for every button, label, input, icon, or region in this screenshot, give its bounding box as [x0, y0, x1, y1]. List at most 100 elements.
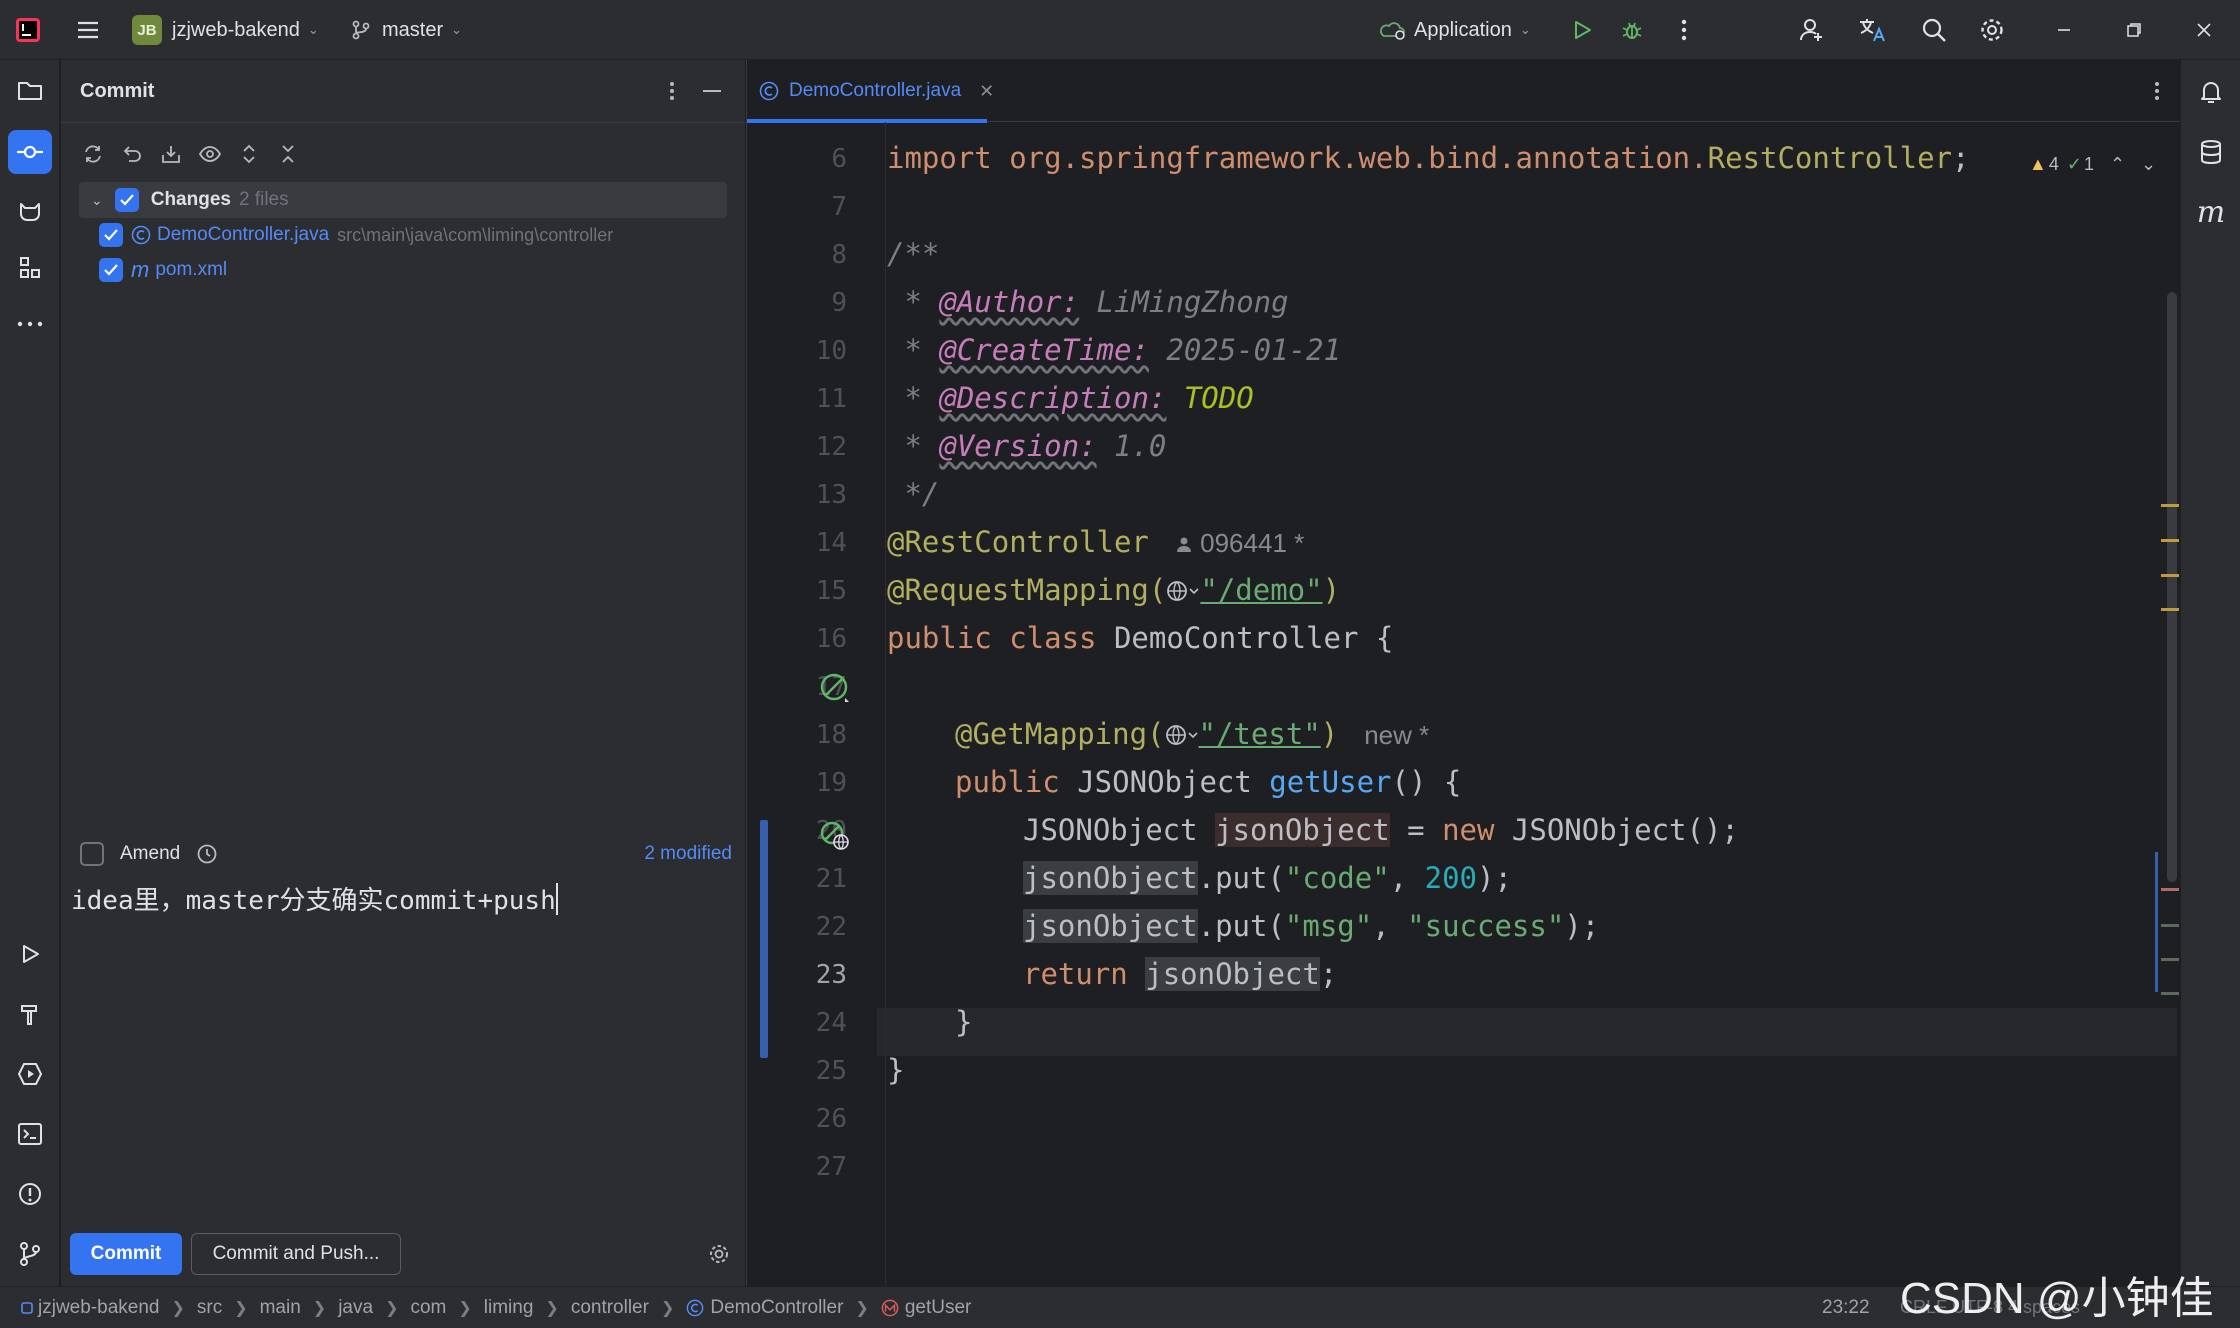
rollback-icon[interactable] [112, 134, 151, 174]
branch-selector[interactable]: master ⌄ [350, 0, 462, 60]
database-icon[interactable] [2195, 136, 2227, 168]
intellij-logo-icon[interactable] [12, 14, 44, 46]
chevron-down-icon[interactable]: ⌄ [91, 192, 103, 209]
amend-label[interactable]: Amend [120, 843, 180, 865]
breadcrumb-item[interactable]: DemoController [686, 1297, 843, 1319]
commit-options-gear-icon[interactable] [705, 1240, 733, 1268]
editor-tab-bar: DemoController.java ✕ [747, 60, 2181, 123]
error-stripe-mark[interactable] [2161, 608, 2179, 611]
error-stripe-mark[interactable] [2161, 958, 2179, 961]
refresh-icon[interactable] [73, 134, 112, 174]
line-number: 27 [815, 1152, 847, 1182]
right-tool-strip: m [2180, 60, 2240, 1286]
hide-panel-icon[interactable] [699, 78, 725, 104]
problems-tool-button[interactable] [8, 1172, 52, 1216]
more-tools-button[interactable] [8, 302, 52, 346]
panel-options-icon[interactable] [659, 78, 685, 104]
code-token: ; [1319, 957, 1338, 991]
next-highlight-icon[interactable]: ⌄ [2141, 154, 2156, 175]
inspection-widget[interactable]: ▲ 4 ✓ 1 ⌃ ⌄ [2029, 152, 2156, 176]
commit-message-input[interactable]: idea里，master分支确实commit+push [71, 880, 735, 1280]
code-token: public class [887, 621, 1097, 655]
modified-count-link[interactable]: 2 modified [644, 843, 732, 865]
spring-bean-icon[interactable] [817, 670, 853, 706]
panel-title: Commit [80, 79, 155, 102]
line-number: 18 [815, 720, 847, 750]
line-number: 15 [815, 576, 847, 606]
more-actions-icon[interactable] [1668, 14, 1700, 46]
tab-democontroller[interactable]: DemoController.java ✕ [759, 60, 994, 122]
notifications-bell-icon[interactable] [2195, 76, 2227, 108]
main-menu-icon[interactable] [72, 14, 104, 46]
error-stripe-mark[interactable] [2161, 888, 2179, 891]
maven-icon[interactable]: m [2195, 194, 2227, 230]
maven-file-icon: m [131, 257, 150, 282]
file-row[interactable]: DemoController.java src\main\java\com\li… [99, 217, 613, 253]
error-stripe-mark[interactable] [2161, 924, 2179, 927]
code-with-me-icon[interactable] [1796, 14, 1828, 46]
previous-highlight-icon[interactable]: ⌃ [2110, 154, 2125, 175]
build-tool-button[interactable] [8, 992, 52, 1036]
caret-position[interactable]: 23:22 [1822, 1297, 1870, 1319]
breadcrumb-item[interactable]: src [197, 1297, 222, 1319]
file-checkbox[interactable] [99, 258, 123, 282]
breadcrumb-item[interactable]: getUser [881, 1297, 971, 1319]
new-code-hint[interactable]: new * [1364, 720, 1429, 750]
code-token: 2025-01-21 [1148, 333, 1341, 367]
author-hint-text: 096441 * [1200, 528, 1305, 558]
breadcrumb-item[interactable]: jzjweb-bakend [20, 1297, 159, 1319]
breadcrumb-item[interactable]: controller [571, 1297, 649, 1319]
close-window-icon[interactable] [2188, 14, 2220, 46]
expand-all-icon[interactable] [229, 134, 268, 174]
code-token: .put( [1197, 861, 1285, 895]
changes-checkbox[interactable] [114, 188, 139, 212]
globe-icon[interactable] [1165, 723, 1199, 747]
code-token[interactable]: "/demo" [1200, 573, 1322, 607]
code-area[interactable]: ▲ 4 ✓ 1 ⌃ ⌄ 6 7 8 9 10 11 12 13 14 15 16… [747, 122, 2181, 1286]
changes-group-header[interactable]: ⌄ Changes 2 files [79, 182, 727, 218]
translate-icon[interactable] [1856, 14, 1890, 46]
pull-requests-tool-button[interactable] [8, 190, 52, 234]
breadcrumb-item[interactable]: liming [484, 1297, 534, 1319]
git-tool-button[interactable] [8, 1232, 52, 1276]
breadcrumb-item[interactable]: com [410, 1297, 446, 1319]
error-stripe-mark[interactable] [2161, 992, 2179, 995]
shelve-icon[interactable] [151, 134, 190, 174]
error-stripe-mark[interactable] [2161, 504, 2179, 507]
tab-options-icon[interactable] [2147, 78, 2167, 104]
code-token[interactable]: "/test" [1199, 717, 1321, 751]
globe-icon[interactable] [1166, 579, 1200, 603]
show-diff-eye-icon[interactable] [190, 134, 229, 174]
run-config-selector[interactable]: Application ⌄ [1380, 0, 1531, 60]
terminal-tool-button[interactable] [8, 1112, 52, 1156]
commit-button[interactable]: Commit [70, 1233, 182, 1275]
settings-gear-icon[interactable] [1976, 14, 2008, 46]
project-selector[interactable]: JB jzjweb-bakend ⌄ [132, 0, 319, 60]
vertical-scrollbar[interactable] [2167, 292, 2177, 882]
error-stripe-mark[interactable] [2161, 574, 2179, 577]
code-token: () { [1391, 765, 1462, 799]
error-stripe-mark[interactable] [2161, 539, 2179, 542]
breadcrumb-item[interactable]: main [260, 1297, 301, 1319]
commit-tool-button[interactable] [8, 130, 52, 174]
project-tool-button[interactable] [8, 68, 52, 112]
services-tool-button[interactable] [8, 1052, 52, 1096]
run-icon[interactable] [1566, 14, 1598, 46]
amend-checkbox[interactable] [80, 842, 104, 866]
history-clock-icon[interactable] [196, 843, 218, 865]
commit-and-push-button[interactable]: Commit and Push... [191, 1233, 401, 1275]
collapse-all-icon[interactable] [268, 134, 307, 174]
search-icon[interactable] [1918, 14, 1950, 46]
debug-icon[interactable] [1616, 14, 1648, 46]
line-number: 12 [815, 432, 847, 462]
breadcrumb-item[interactable]: java [338, 1297, 373, 1319]
author-hint[interactable]: 096441 * [1175, 528, 1304, 558]
restore-window-icon[interactable] [2118, 14, 2150, 46]
file-checkbox[interactable] [99, 223, 123, 247]
endpoint-web-icon[interactable] [817, 818, 853, 854]
minimize-window-icon[interactable] [2048, 14, 2080, 46]
run-tool-button[interactable] [8, 932, 52, 976]
close-tab-icon[interactable]: ✕ [979, 81, 994, 102]
file-row[interactable]: m pom.xml [99, 252, 227, 288]
structure-tool-button[interactable] [8, 246, 52, 290]
